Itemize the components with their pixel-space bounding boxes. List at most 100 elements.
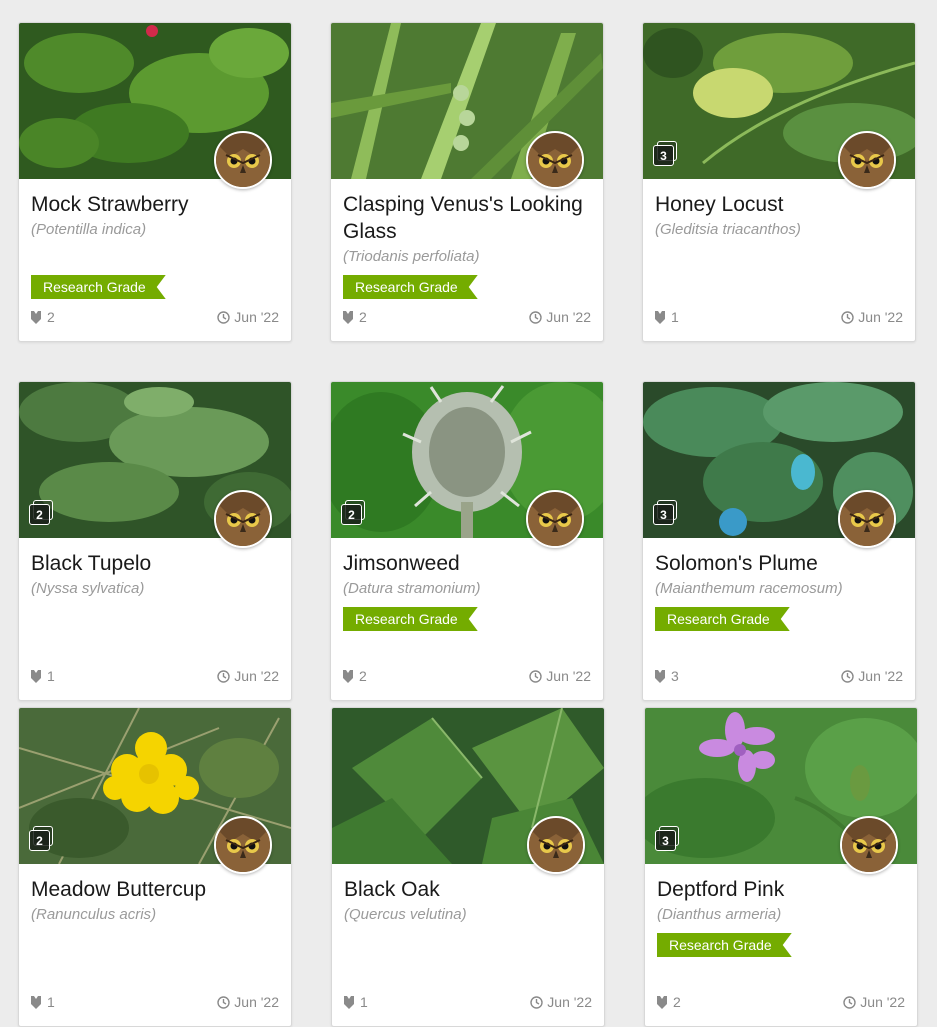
scientific-name: (Maianthemum racemosum) (655, 580, 843, 597)
user-avatar[interactable] (838, 131, 896, 189)
identification-count: 1 (31, 994, 55, 1010)
owl-avatar-icon (216, 818, 270, 872)
card-footer: 2 Jun '22 (343, 668, 591, 686)
card-footer: 2 Jun '22 (31, 309, 279, 327)
identification-count: 1 (31, 668, 55, 684)
scientific-name: (Datura stramonium) (343, 580, 481, 597)
observed-date: Jun '22 (841, 309, 903, 325)
identification-count: 2 (31, 309, 55, 325)
user-avatar[interactable] (840, 816, 898, 874)
identification-count: 3 (655, 668, 679, 684)
observed-date: Jun '22 (530, 994, 592, 1010)
photo-count-badge: 3 (653, 141, 677, 167)
observed-date: Jun '22 (217, 668, 279, 684)
clock-icon (843, 995, 856, 1009)
observation-card[interactable]: 3 Solomon's Plume (Maianthemum racemosum… (642, 381, 916, 701)
scientific-name: (Gleditsia triacanthos) (655, 221, 801, 238)
owl-avatar-icon (528, 492, 582, 546)
user-avatar[interactable] (527, 816, 585, 874)
clock-icon (217, 995, 230, 1009)
scientific-name: (Ranunculus acris) (31, 906, 157, 923)
card-footer: 3 Jun '22 (655, 668, 903, 686)
photo-count-badge: 3 (655, 826, 679, 852)
observation-card[interactable]: 2 Meadow Buttercup (Ranunculus acris) 1 … (18, 707, 292, 1027)
scientific-name: (Triodanis perfoliata) (343, 248, 480, 265)
observation-card[interactable]: 3 Deptford Pink (Dianthus armeria) Resea… (644, 707, 918, 1027)
card-footer: 1 Jun '22 (31, 668, 279, 686)
photo-count-badge: 2 (29, 826, 53, 852)
identification-count: 2 (657, 994, 681, 1010)
observed-date: Jun '22 (217, 309, 279, 325)
photo-count-badge: 2 (341, 500, 365, 526)
common-name[interactable]: Black Tupelo (31, 550, 279, 577)
user-avatar[interactable] (526, 490, 584, 548)
observed-date: Jun '22 (529, 668, 591, 684)
observed-date: Jun '22 (841, 668, 903, 684)
observed-date: Jun '22 (217, 994, 279, 1010)
shield-icon (31, 995, 41, 1009)
clock-icon (217, 310, 230, 324)
common-name[interactable]: Black Oak (344, 876, 592, 903)
observed-date: Jun '22 (843, 994, 905, 1010)
scientific-name: (Dianthus armeria) (657, 906, 782, 923)
photo-count-badge: 2 (29, 500, 53, 526)
observation-card[interactable]: 2 Jimsonweed (Datura stramonium) Researc… (330, 381, 604, 701)
owl-avatar-icon (216, 492, 270, 546)
owl-avatar-icon (840, 492, 894, 546)
common-name[interactable]: Jimsonweed (343, 550, 591, 577)
owl-avatar-icon (528, 133, 582, 187)
identification-count: 1 (655, 309, 679, 325)
common-name[interactable]: Mock Strawberry (31, 191, 279, 218)
clock-icon (529, 669, 542, 683)
observation-card[interactable]: Mock Strawberry (Potentilla indica) Rese… (18, 22, 292, 342)
card-footer: 2 Jun '22 (657, 994, 905, 1012)
research-grade-badge: Research Grade (657, 933, 792, 957)
user-avatar[interactable] (214, 131, 272, 189)
common-name[interactable]: Solomon's Plume (655, 550, 903, 577)
research-grade-badge: Research Grade (343, 607, 478, 631)
user-avatar[interactable] (526, 131, 584, 189)
user-avatar[interactable] (214, 816, 272, 874)
card-footer: 1 Jun '22 (655, 309, 903, 327)
research-grade-badge: Research Grade (655, 607, 790, 631)
clock-icon (529, 310, 542, 324)
shield-icon (655, 310, 665, 324)
observation-card[interactable]: Clasping Venus's Looking Glass (Triodani… (330, 22, 604, 342)
card-footer: 2 Jun '22 (343, 309, 591, 327)
owl-avatar-icon (216, 133, 270, 187)
shield-icon (343, 669, 353, 683)
observation-card[interactable]: Black Oak (Quercus velutina) 1 Jun '22 (331, 707, 605, 1027)
scientific-name: (Potentilla indica) (31, 221, 147, 238)
shield-icon (657, 995, 667, 1009)
identification-count: 1 (344, 994, 368, 1010)
observation-card[interactable]: 2 Black Tupelo (Nyssa sylvatica) 1 Jun '… (18, 381, 292, 701)
card-footer: 1 Jun '22 (31, 994, 279, 1012)
clock-icon (841, 669, 854, 683)
research-grade-badge: Research Grade (343, 275, 478, 299)
observation-card[interactable]: 3 Honey Locust (Gleditsia triacanthos) 1… (642, 22, 916, 342)
shield-icon (344, 995, 354, 1009)
photo-count-badge: 3 (653, 500, 677, 526)
common-name[interactable]: Deptford Pink (657, 876, 905, 903)
user-avatar[interactable] (214, 490, 272, 548)
clock-icon (841, 310, 854, 324)
user-avatar[interactable] (838, 490, 896, 548)
common-name[interactable]: Meadow Buttercup (31, 876, 279, 903)
owl-avatar-icon (842, 818, 896, 872)
shield-icon (343, 310, 353, 324)
shield-icon (31, 669, 41, 683)
identification-count: 2 (343, 668, 367, 684)
owl-avatar-icon (840, 133, 894, 187)
card-footer: 1 Jun '22 (344, 994, 592, 1012)
common-name[interactable]: Honey Locust (655, 191, 903, 218)
clock-icon (217, 669, 230, 683)
research-grade-badge: Research Grade (31, 275, 166, 299)
owl-avatar-icon (529, 818, 583, 872)
clock-icon (530, 995, 543, 1009)
observed-date: Jun '22 (529, 309, 591, 325)
common-name[interactable]: Clasping Venus's Looking Glass (343, 191, 591, 245)
shield-icon (31, 310, 41, 324)
scientific-name: (Quercus velutina) (344, 906, 467, 923)
shield-icon (655, 669, 665, 683)
identification-count: 2 (343, 309, 367, 325)
